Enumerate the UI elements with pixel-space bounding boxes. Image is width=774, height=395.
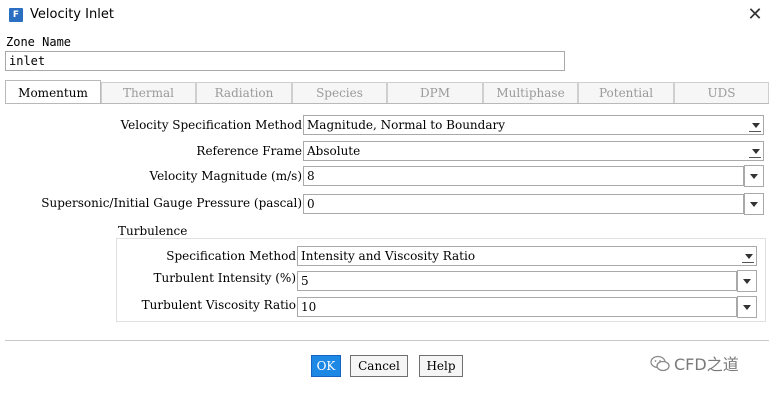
tab-species[interactable]: Species (292, 82, 387, 103)
cancel-button[interactable]: Cancel (350, 355, 408, 377)
zone-name-label: Zone Name (6, 35, 72, 49)
reference-frame-select[interactable]: Absolute (303, 141, 764, 161)
velocity-spec-method-value: Magnitude, Normal to Boundary (307, 118, 506, 132)
turbulent-intensity-dropdown-button[interactable] (737, 270, 757, 292)
title-bar (0, 0, 774, 30)
velocity-magnitude-input[interactable]: 8 (303, 166, 744, 186)
tab-uds[interactable]: UDS (674, 82, 769, 103)
turbulent-intensity-label: Turbulent Intensity (%) (153, 271, 296, 285)
gauge-pressure-label: Supersonic/Initial Gauge Pressure (pasca… (41, 196, 302, 210)
chevron-down-icon (750, 202, 758, 207)
tab-dpm[interactable]: DPM (387, 82, 483, 103)
chevron-down-icon (752, 123, 760, 128)
turbulent-viscosity-ratio-dropdown-button[interactable] (737, 296, 757, 318)
footer-separator (5, 340, 769, 341)
reference-frame-value: Absolute (307, 144, 361, 158)
velocity-spec-method-label: Velocity Specification Method (120, 118, 302, 132)
fluent-app-icon: F (9, 8, 23, 22)
ok-button[interactable]: OK (311, 355, 341, 377)
reference-frame-label: Reference Frame (196, 144, 302, 158)
chevron-down-icon (743, 305, 751, 310)
chevron-down-icon (743, 279, 751, 284)
turbulent-viscosity-ratio-label: Turbulent Viscosity Ratio (141, 298, 296, 312)
velocity-magnitude-label: Velocity Magnitude (m/s) (149, 169, 302, 183)
gauge-pressure-dropdown-button[interactable] (744, 193, 764, 215)
window-title: Velocity Inlet (30, 7, 114, 22)
tab-radiation[interactable]: Radiation (196, 82, 292, 103)
help-button[interactable]: Help (419, 355, 463, 377)
tab-momentum[interactable]: Momentum (5, 80, 101, 105)
watermark: CFD之道 (650, 352, 765, 378)
chevron-down-icon (745, 254, 753, 259)
turbulent-viscosity-ratio-input[interactable]: 10 (297, 297, 737, 317)
tab-multiphase[interactable]: Multiphase (483, 82, 578, 103)
tabs-baseline (5, 103, 769, 104)
gauge-pressure-input[interactable]: 0 (303, 194, 744, 214)
chevron-down-icon (750, 174, 758, 179)
turbulent-intensity-input[interactable]: 5 (297, 271, 737, 291)
turbulence-spec-method-value: Intensity and Viscosity Ratio (301, 249, 476, 263)
tab-thermal[interactable]: Thermal (101, 82, 196, 103)
close-button[interactable]: ✕ (740, 2, 770, 28)
velocity-magnitude-dropdown-button[interactable] (744, 165, 764, 187)
turbulence-spec-method-label: Specification Method (166, 249, 296, 263)
turbulence-spec-method-select[interactable]: Intensity and Viscosity Ratio (297, 246, 757, 266)
turbulence-group-title: Turbulence (118, 224, 188, 238)
zone-name-input[interactable]: inlet (5, 51, 565, 71)
velocity-spec-method-select[interactable]: Magnitude, Normal to Boundary (303, 115, 764, 135)
wechat-icon (650, 355, 670, 372)
chevron-down-icon (752, 149, 760, 154)
watermark-text: CFD之道 (674, 355, 739, 374)
tab-potential[interactable]: Potential (578, 82, 674, 103)
